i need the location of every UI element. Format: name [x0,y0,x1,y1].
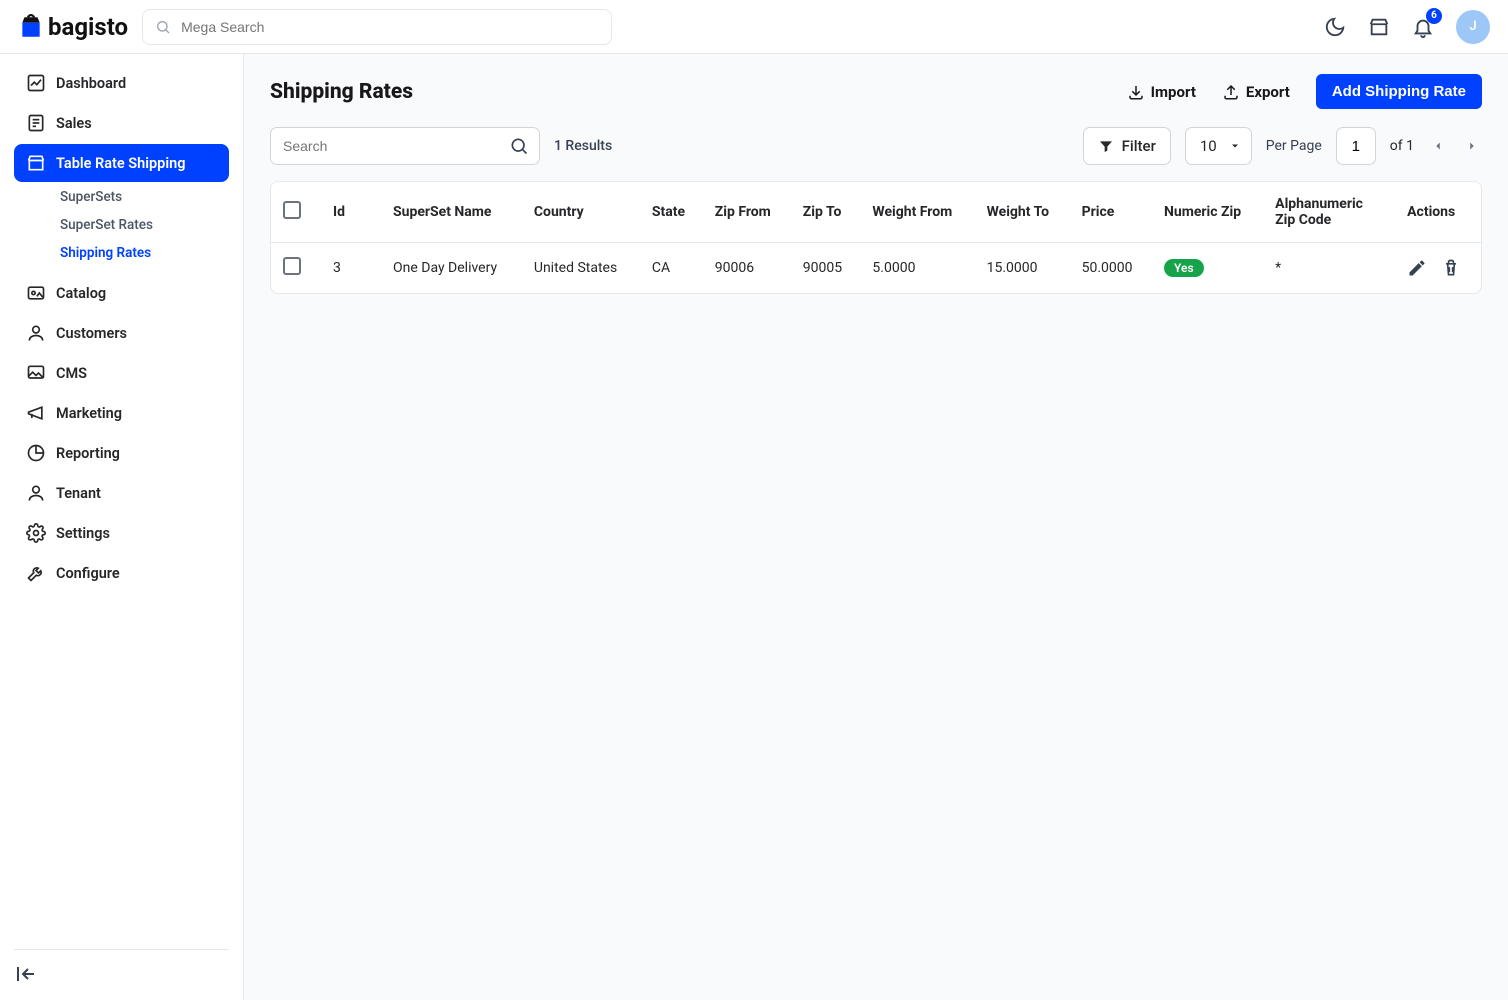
cell-superset: One Day Delivery [381,243,522,294]
import-button[interactable]: Import [1127,83,1196,101]
bag-icon [18,14,44,40]
page-of: of 1 [1390,138,1414,154]
col-country[interactable]: Country [522,182,640,243]
shipping-rates-grid: Id SuperSet Name Country State Zip From … [270,181,1482,294]
store-icon [1368,16,1390,38]
brand-logo[interactable]: bagisto [18,13,128,41]
search-icon [509,136,529,156]
sidebar-collapse[interactable] [14,962,38,986]
col-price[interactable]: Price [1070,182,1152,243]
col-zip-to[interactable]: Zip To [791,182,861,243]
mega-search[interactable] [142,9,612,45]
grid-search[interactable] [270,127,540,165]
page-input[interactable] [1336,127,1376,165]
tenant-icon [26,483,46,503]
results-count: 1 Results [554,138,612,154]
mega-search-input[interactable] [179,18,599,36]
grid-search-input[interactable] [281,137,509,155]
table-rate-icon [26,153,46,173]
col-state[interactable]: State [640,182,703,243]
chevron-right-icon [1465,139,1479,153]
nav-customers[interactable]: Customers [14,314,229,352]
store-link[interactable] [1368,16,1390,38]
nav-catalog[interactable]: Catalog [14,274,229,312]
nav-sub-shipping-rates[interactable]: Shipping Rates [52,240,229,266]
nav-dashboard[interactable]: Dashboard [14,64,229,102]
cell-weight-to: 15.0000 [975,243,1070,294]
import-icon [1127,83,1145,101]
cell-state: CA [640,243,703,294]
search-icon [155,19,171,35]
dark-mode-toggle[interactable] [1324,16,1346,38]
wrench-icon [26,563,46,583]
dashboard-icon [26,73,46,93]
gear-icon [26,523,46,543]
avatar[interactable]: J [1456,10,1490,44]
nav-sub-supersets[interactable]: SuperSets [52,184,229,210]
notification-badge: 6 [1426,8,1442,24]
collapse-icon [14,962,38,986]
prev-page[interactable] [1428,136,1448,156]
nav-table-rate-shipping[interactable]: Table Rate Shipping [14,144,229,182]
per-page-select[interactable]: 10 [1185,127,1252,165]
main-content: Shipping Rates Import Export Add Shippin… [244,54,1508,1000]
row-checkbox[interactable] [283,257,301,275]
export-button[interactable]: Export [1222,83,1290,101]
nav-cms[interactable]: CMS [14,354,229,392]
col-numeric-zip[interactable]: Numeric Zip [1152,182,1263,243]
cell-price: 50.0000 [1070,243,1152,294]
sidebar: Dashboard Sales Table Rate Shipping Supe… [0,54,244,1000]
select-all-checkbox[interactable] [283,201,301,219]
brand-name: bagisto [48,13,128,41]
col-alpha-zip[interactable]: Alphanumeric Zip Code [1263,182,1395,243]
nav-marketing[interactable]: Marketing [14,394,229,432]
topbar-icons: 6 J [1324,10,1490,44]
col-superset[interactable]: SuperSet Name [381,182,522,243]
export-icon [1222,83,1240,101]
nav-settings[interactable]: Settings [14,514,229,552]
cell-weight-from: 5.0000 [860,243,974,294]
catalog-icon [26,283,46,303]
cell-zip-to: 90005 [791,243,861,294]
filter-button[interactable]: Filter [1083,127,1171,165]
customers-icon [26,323,46,343]
cms-icon [26,363,46,383]
marketing-icon [26,403,46,423]
table-row: 3 One Day Delivery United States CA 9000… [271,243,1481,294]
add-shipping-rate-button[interactable]: Add Shipping Rate [1316,74,1482,109]
page-title: Shipping Rates [270,80,413,104]
per-page-label: Per Page [1266,138,1322,154]
col-id[interactable]: Id [321,182,381,243]
nav-sales[interactable]: Sales [14,104,229,142]
chevron-left-icon [1431,139,1445,153]
col-actions: Actions [1395,182,1481,243]
nav-configure[interactable]: Configure [14,554,229,592]
delete-icon[interactable] [1441,258,1461,278]
filter-icon [1098,138,1114,154]
nav-sub-superset-rates[interactable]: SuperSet Rates [52,212,229,238]
col-zip-from[interactable]: Zip From [703,182,791,243]
col-weight-from[interactable]: Weight From [860,182,974,243]
notifications-button[interactable]: 6 [1412,16,1434,38]
numeric-zip-pill: Yes [1164,259,1204,277]
cell-country: United States [522,243,640,294]
cell-alpha-zip: * [1263,243,1395,294]
moon-icon [1324,16,1346,38]
sales-icon [26,113,46,133]
cell-id: 3 [321,243,381,294]
col-weight-to[interactable]: Weight To [975,182,1070,243]
edit-icon[interactable] [1407,258,1427,278]
next-page[interactable] [1462,136,1482,156]
nav-tenant[interactable]: Tenant [14,474,229,512]
chevron-down-icon [1229,140,1241,152]
topbar: bagisto 6 J [0,0,1508,54]
cell-zip-from: 90006 [703,243,791,294]
avatar-initial: J [1469,19,1476,34]
nav-reporting[interactable]: Reporting [14,434,229,472]
reporting-icon [26,443,46,463]
